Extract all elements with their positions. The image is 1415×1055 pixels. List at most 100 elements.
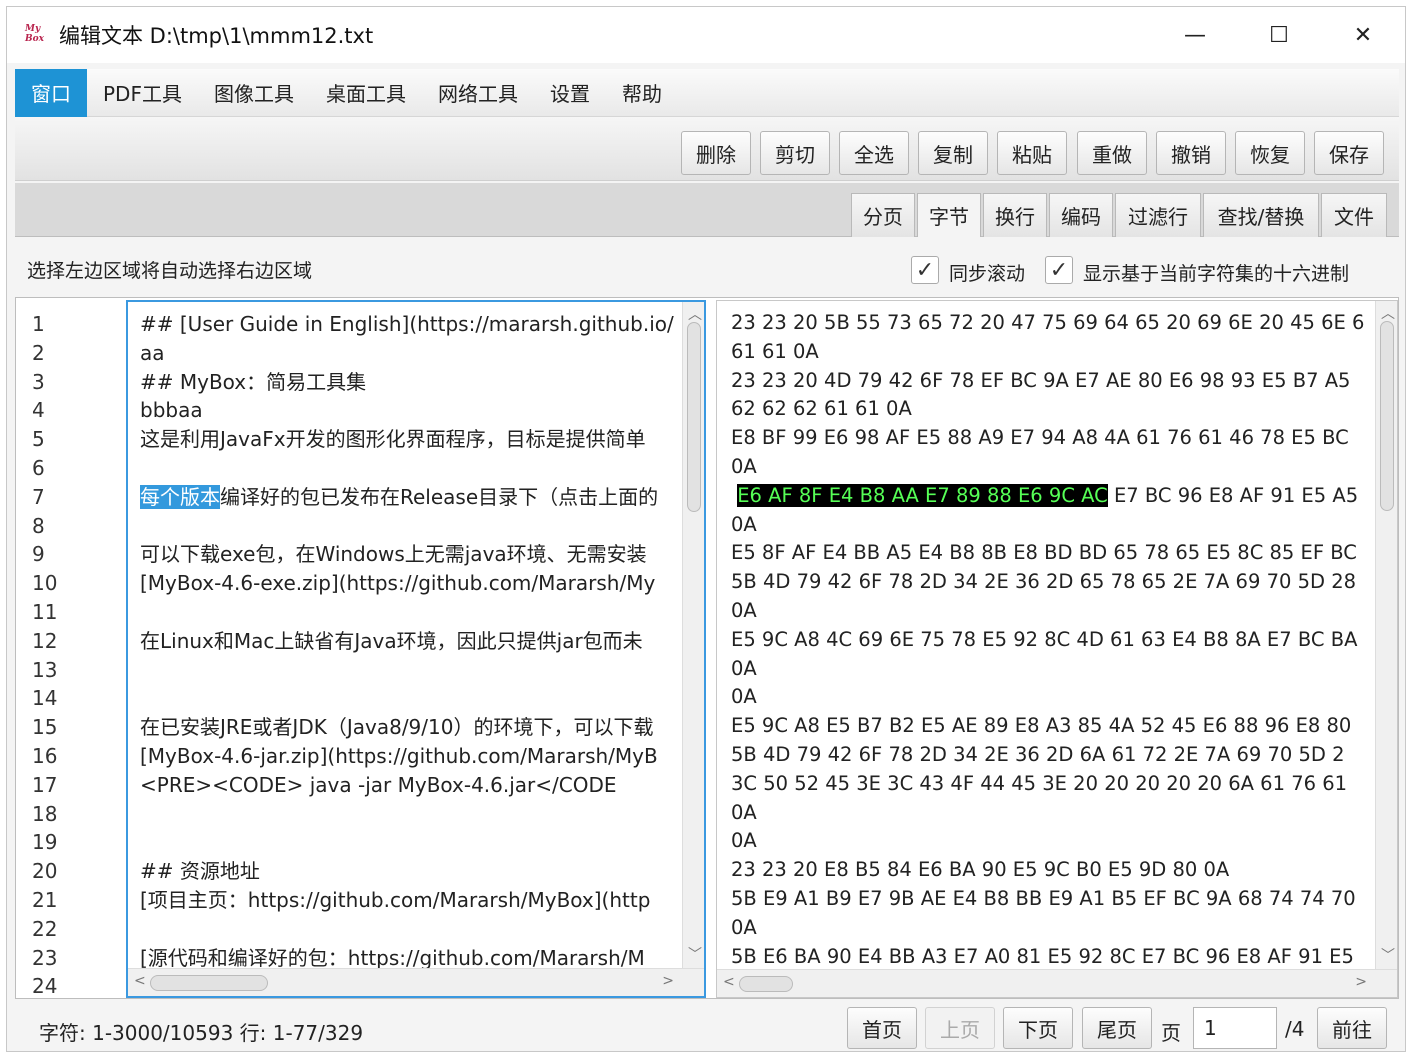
text-line: 在已安装JRE或者JDK（Java8/9/10）的环境下，可以下载 — [140, 715, 654, 740]
first-page-button[interactable]: 首页 — [847, 1007, 917, 1049]
hex-line: 62 62 62 61 61 0A — [731, 397, 912, 421]
hex-line: 0A — [731, 915, 757, 939]
status-bar: 字符: 1-3000/10593 行: 1-77/329 首页 上页 下页 尾页… — [15, 1001, 1399, 1051]
show-hex-checkbox[interactable]: ✓ — [1045, 256, 1073, 284]
hex-line: E5 9C A8 E5 B7 B2 E5 AE 89 E8 A3 85 4A 5… — [731, 714, 1352, 738]
hex-line: 23 23 20 E8 B5 84 E6 BA 90 E5 9C B0 E5 9… — [731, 858, 1230, 882]
scroll-up-icon[interactable]: ︿ — [688, 304, 702, 324]
text-hscroll-thumb[interactable] — [150, 975, 268, 991]
scroll-right-icon[interactable]: > — [662, 973, 674, 989]
hex-hscroll-thumb[interactable] — [739, 976, 793, 992]
menu-network-tools[interactable]: 网络工具 — [422, 69, 534, 117]
scroll-up-icon[interactable]: ︿ — [1381, 303, 1395, 323]
hex-line: 0A — [731, 512, 757, 536]
page-number-input[interactable]: 1 — [1193, 1007, 1277, 1049]
hex-line: 5B E6 BA 90 E4 BB A3 E7 A0 81 E5 92 8C E… — [731, 944, 1354, 968]
menu-settings[interactable]: 设置 — [534, 69, 606, 117]
text-editor-area[interactable]: ## [User Guide in English](https://marar… — [126, 300, 706, 998]
hex-line: 0A — [731, 656, 757, 680]
last-page-button[interactable]: 尾页 — [1082, 1007, 1152, 1049]
text-horizontal-scrollbar[interactable]: < > — [128, 968, 704, 996]
menu-bar: 窗口 PDF工具 图像工具 桌面工具 网络工具 设置 帮助 — [15, 68, 1399, 117]
page-total: /4 — [1285, 1017, 1305, 1041]
tab-file[interactable]: 文件 — [1321, 193, 1387, 237]
cut-button[interactable]: 剪切 — [760, 131, 830, 175]
text-line: [项目主页：https://github.com/Mararsh/MyBox](… — [140, 887, 651, 912]
hex-line: 61 61 0A — [731, 339, 819, 363]
hex-content: 23 23 20 5B 55 73 65 72 20 47 75 69 64 6… — [731, 309, 1376, 971]
redo-button[interactable]: 重做 — [1077, 131, 1147, 175]
next-page-button[interactable]: 下页 — [1003, 1007, 1073, 1049]
tab-paging[interactable]: 分页 — [851, 193, 915, 237]
copy-button[interactable]: 复制 — [918, 131, 988, 175]
undo-button[interactable]: 撤销 — [1156, 131, 1226, 175]
menu-pdf-tools[interactable]: PDF工具 — [87, 69, 198, 117]
menu-window[interactable]: 窗口 — [15, 68, 87, 117]
delete-button[interactable]: 删除 — [681, 131, 751, 175]
select-all-button[interactable]: 全选 — [839, 131, 909, 175]
tab-encoding[interactable]: 编码 — [1049, 193, 1113, 237]
hex-view-area[interactable]: 23 23 20 5B 55 73 65 72 20 47 75 69 64 6… — [716, 300, 1398, 998]
position-status: 字符: 1-3000/10593 行: 1-77/329 — [39, 1021, 364, 1045]
text-vertical-scrollbar[interactable]: ︿ ﹀ — [682, 302, 704, 968]
text-line: <PRE><CODE> java -jar MyBox-4.6.jar</COD… — [140, 772, 617, 797]
tab-line-break[interactable]: 换行 — [983, 193, 1047, 237]
scroll-right-icon[interactable]: > — [1355, 974, 1367, 990]
line-number: 13 — [32, 657, 58, 682]
recover-button[interactable]: 恢复 — [1235, 131, 1305, 175]
hex-line: E8 BF 99 E6 98 AF E5 88 A9 E7 94 A8 4A 6… — [731, 426, 1349, 450]
minimize-button[interactable]: — — [1153, 7, 1237, 63]
text-line — [140, 454, 685, 483]
text-line: 可以下载exe包，在Windows上无需java环境、无需安装 — [140, 542, 647, 567]
scroll-down-icon[interactable]: ﹀ — [688, 944, 702, 964]
line-number: 19 — [32, 830, 58, 855]
line-number: 4 — [32, 398, 45, 423]
text-content: ## [User Guide in English](https://marar… — [140, 310, 685, 972]
text-scroll-thumb[interactable] — [687, 322, 701, 512]
window-title: 编辑文本 D:\tmp\1\mmm12.txt — [59, 24, 374, 48]
text-line — [140, 800, 685, 829]
scroll-down-icon[interactable]: ﹀ — [1381, 945, 1395, 965]
hex-horizontal-scrollbar[interactable]: < > — [717, 969, 1397, 997]
tab-filter-lines[interactable]: 过滤行 — [1115, 193, 1201, 237]
save-button[interactable]: 保存 — [1314, 131, 1384, 175]
tab-bytes[interactable]: 字节 — [917, 193, 981, 237]
line-number: 7 — [32, 484, 45, 509]
maximize-button[interactable]: ☐ — [1237, 7, 1321, 63]
line-number: 6 — [32, 455, 45, 480]
menu-desktop-tools[interactable]: 桌面工具 — [310, 69, 422, 117]
hex-line: E5 8F AF E4 BB A5 E4 B8 8B E8 BD BD 65 7… — [731, 541, 1357, 565]
scroll-left-icon[interactable]: < — [723, 974, 735, 990]
text-line — [140, 598, 685, 627]
page-label: 页 — [1161, 1021, 1181, 1045]
hex-vertical-scrollbar[interactable]: ︿ ﹀ — [1375, 301, 1397, 969]
text-line — [140, 656, 685, 685]
hex-line: E5 9C A8 4C 69 6E 75 78 E5 92 8C 4D 61 6… — [731, 627, 1358, 651]
tab-find-replace[interactable]: 查找/替换 — [1203, 193, 1319, 237]
editor-split-pane: 1 2 3 4 5 6 7 8 9 10 11 12 13 14 15 16 1… — [15, 297, 1399, 999]
text-line: aa — [140, 340, 165, 365]
text-line — [140, 915, 685, 944]
line-number: 1 — [32, 312, 45, 336]
sync-scroll-checkbox[interactable]: ✓ — [911, 256, 939, 284]
info-row: 选择左边区域将自动选择右边区域 ✓ 同步滚动 ✓ 显示基于当前字符集的十六进制 — [15, 239, 1399, 299]
line-number: 22 — [32, 916, 58, 941]
menu-image-tools[interactable]: 图像工具 — [198, 69, 310, 117]
paste-button[interactable]: 粘贴 — [997, 131, 1067, 175]
hex-line: 0A — [731, 829, 757, 853]
hex-scroll-thumb[interactable] — [1380, 321, 1394, 511]
hex-line: 0A — [731, 454, 757, 478]
close-button[interactable]: ✕ — [1321, 7, 1405, 63]
text-line: 在Linux和Mac上缺省有Java环境，因此只提供jar包而未 — [140, 628, 643, 653]
hex-line-rest: E7 BC 96 E8 AF 91 E5 A5 — [1107, 483, 1359, 507]
title-bar: My Box 编辑文本 D:\tmp\1\mmm12.txt — ☐ ✕ — [7, 7, 1405, 63]
text-line: ## 资源地址 — [140, 859, 260, 884]
scroll-left-icon[interactable]: < — [134, 973, 146, 989]
selection-hint: 选择左边区域将自动选择右边区域 — [27, 259, 313, 282]
line-number: 23 — [32, 945, 58, 970]
go-to-page-button[interactable]: 前往 — [1317, 1007, 1387, 1049]
previous-page-button[interactable]: 上页 — [925, 1007, 995, 1049]
menu-help[interactable]: 帮助 — [606, 69, 678, 117]
hex-line: 0A — [731, 598, 757, 622]
line-number: 3 — [32, 369, 45, 394]
